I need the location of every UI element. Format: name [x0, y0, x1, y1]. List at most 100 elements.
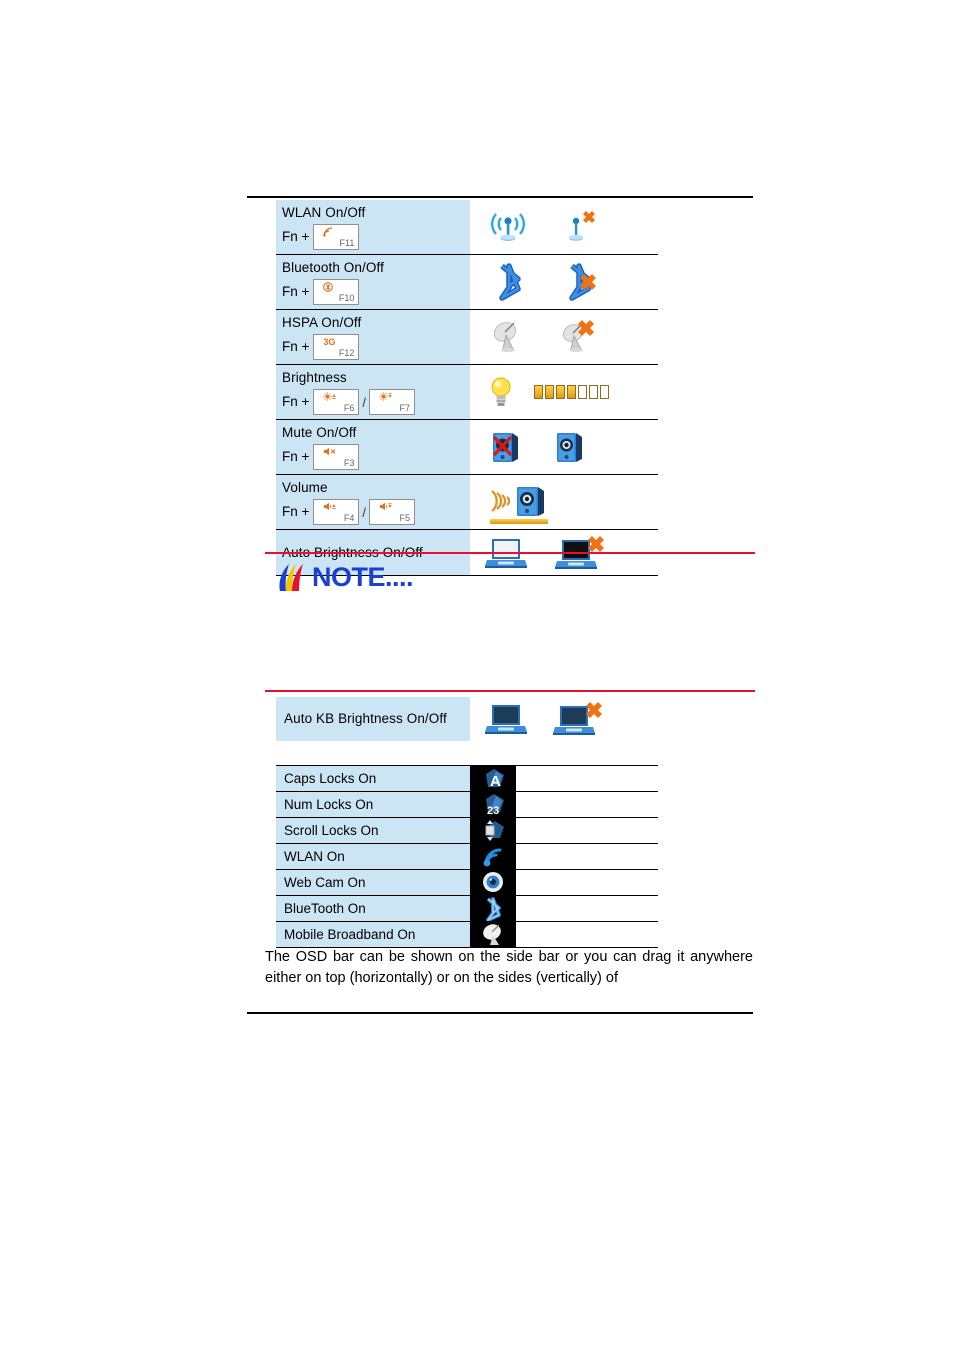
brightness-segment [567, 385, 576, 399]
row-title: Mute On/Off [282, 425, 357, 440]
osd-row-icon-cell [470, 843, 516, 870]
fn-row-label-cell: Volume Fn + F4 / F5 [276, 474, 470, 530]
keycap-label: F10 [338, 293, 355, 303]
hspa-on-icon [488, 319, 528, 355]
osd-row-label: WLAN On [276, 843, 470, 870]
keycap-f11[interactable]: F11 [313, 224, 360, 250]
note-top-rule [265, 552, 755, 554]
fn-key-combo: Fn + 3G F12 [282, 334, 470, 360]
osd-row-pad [516, 843, 658, 870]
wlan-osd-icon [478, 844, 508, 869]
wifi-signal-icon-svg [323, 227, 333, 237]
note-heading: NOTE.... [276, 562, 414, 593]
keycap-label: F7 [399, 403, 411, 413]
fn-prefix: Fn + [282, 394, 310, 409]
osd-row-label: Scroll Locks On [276, 817, 470, 844]
x-badge-icon [588, 535, 604, 552]
keycap-f4[interactable]: F4 [313, 499, 360, 525]
row-title: Brightness [282, 370, 347, 385]
fn-row-icon-cell [470, 419, 658, 475]
keycap-f3[interactable]: F3 [313, 444, 360, 470]
kb-row-label-cell: Auto KB Brightness On/Off [276, 697, 470, 741]
brightness-segment [545, 385, 554, 399]
speaker-icon [552, 430, 586, 464]
row-title: Bluetooth On/Off [282, 260, 384, 275]
osd-row-label: BlueTooth On [276, 895, 470, 922]
brightness-segment [600, 385, 609, 399]
fn-row-label-cell: Mute On/Off Fn + F3 [276, 419, 470, 475]
row-title: Auto KB Brightness On/Off [284, 711, 447, 726]
fn-key-combo: Fn + F4 / F5 [282, 499, 470, 525]
table-row: Volume Fn + F4 / F5 [276, 474, 658, 530]
fn-prefix: Fn + [282, 449, 310, 464]
row-title: WLAN On/Off [282, 205, 366, 220]
fn-key-combo: Fn + F11 [282, 224, 470, 250]
fn-row-icon-cell [470, 309, 658, 365]
svg-text:A: A [490, 773, 501, 790]
speaker-waves-icon [488, 485, 550, 517]
lightbulb-icon [488, 375, 514, 409]
wlan-on-icon [488, 208, 528, 246]
fn-row-icon-cell [470, 254, 658, 310]
top-rule [247, 196, 753, 198]
table-row: Web Cam On [276, 869, 658, 896]
svg-text:23: 23 [487, 805, 499, 817]
wifi-signal-icon [323, 227, 334, 237]
caps-lock-osd-icon: A [478, 766, 508, 791]
fn-prefix: Fn + [282, 339, 310, 354]
table-row: Brightness Fn + F6 / F7 [276, 364, 658, 420]
kb-table-top-rule [265, 690, 755, 692]
brightness-up-icon [323, 392, 337, 401]
bluetooth-icon [323, 282, 334, 292]
osd-row-icon-cell: A [470, 765, 516, 792]
fn-row-icon-cell [470, 200, 658, 255]
osd-indicator-table: Caps Locks On A Num Locks On 23 Scroll L… [276, 765, 658, 948]
fn-row-label-cell: Bluetooth On/Off Fn + F10 [276, 254, 470, 310]
fn-key-combo: Fn + F3 [282, 444, 470, 470]
row-title: Volume [282, 480, 328, 495]
table-row: Caps Locks On A [276, 765, 658, 792]
osd-row-icon-cell [470, 817, 516, 844]
keycap-label: F6 [343, 403, 355, 413]
osd-row-icon-cell [470, 869, 516, 896]
osd-row-icon-cell [470, 895, 516, 922]
key-separator: / [362, 394, 367, 410]
keycap-label: F11 [339, 238, 355, 248]
volume-down-icon [379, 502, 393, 511]
keycap-label: F5 [399, 513, 411, 523]
keycap-f10[interactable]: F10 [313, 279, 360, 305]
fn-row-label-cell: WLAN On/Off Fn + F11 [276, 200, 470, 255]
fn-row-label-cell: Brightness Fn + F6 / F7 [276, 364, 470, 420]
osd-row-label: Caps Locks On [276, 765, 470, 792]
keycap-label: F12 [338, 348, 355, 358]
brightness-segment [534, 385, 543, 399]
webcam-osd-icon [478, 870, 508, 895]
fn-prefix: Fn + [282, 229, 310, 244]
table-row: Mute On/Off Fn + F3 [276, 419, 658, 475]
osd-row-pad [516, 895, 658, 922]
keycap-f12[interactable]: 3G F12 [313, 334, 360, 360]
brightness-segment [578, 385, 587, 399]
osd-row-icon-cell [470, 921, 516, 948]
fn-key-combo: Fn + F10 [282, 279, 470, 305]
osd-row-icon-cell: 23 [470, 791, 516, 818]
auto-kb-brightness-table: Auto KB Brightness On/Off [276, 697, 658, 741]
table-row: Bluetooth On/Off Fn + F10 [276, 254, 658, 310]
volume-bar-icon [490, 518, 548, 524]
key-separator: / [362, 504, 367, 520]
keycap-f5[interactable]: F5 [369, 499, 416, 525]
laptop-kb-on-icon [484, 703, 528, 735]
keycap-f6[interactable]: F6 [313, 389, 360, 415]
osd-row-pad [516, 765, 658, 792]
laptop-kb-off-icon [552, 702, 604, 736]
table-row: Mobile Broadband On [276, 921, 658, 948]
brightness-segment [589, 385, 598, 399]
note-label: NOTE.... [312, 562, 414, 592]
note-flame-logo-icon [276, 563, 310, 593]
table-row: Num Locks On 23 [276, 791, 658, 818]
fn-key-table: WLAN On/Off Fn + F11 Bluetooth On/Off Fn… [276, 200, 658, 576]
hspa-off-icon [558, 319, 602, 355]
table-row: WLAN On/Off Fn + F11 [276, 200, 658, 255]
keycap-f7[interactable]: F7 [369, 389, 416, 415]
brightness-segment [556, 385, 565, 399]
